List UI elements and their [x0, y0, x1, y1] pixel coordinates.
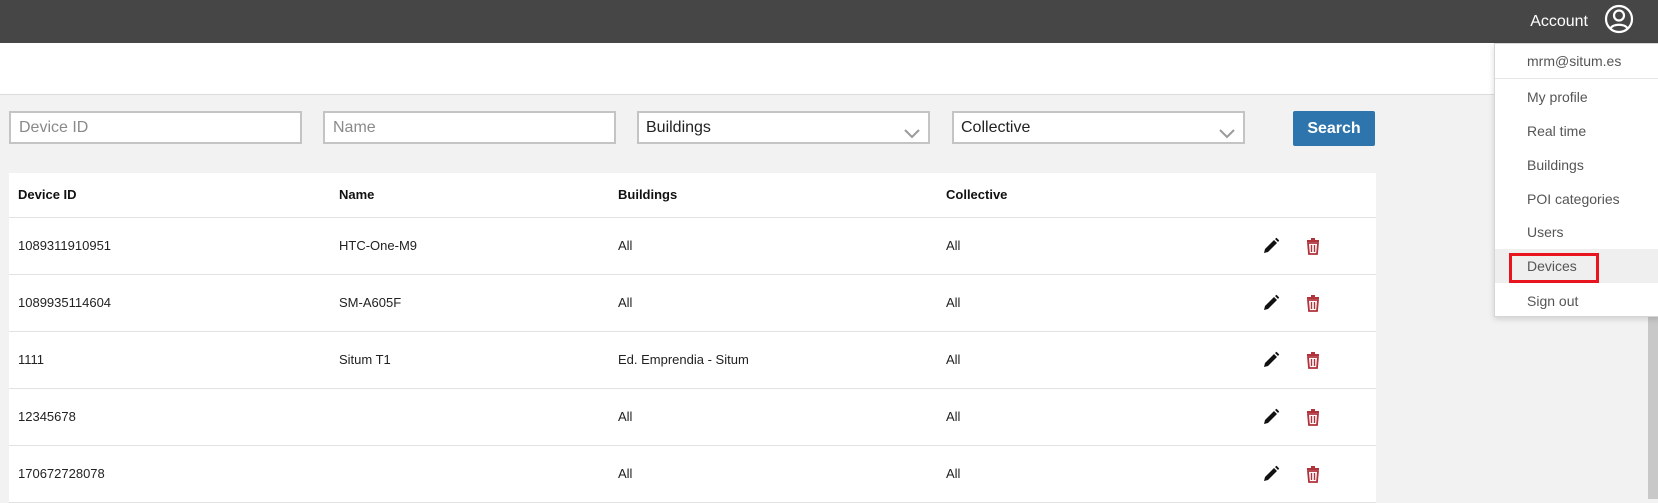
menu-item-sign-out[interactable]: Sign out [1495, 284, 1658, 318]
pencil-icon[interactable] [1262, 351, 1280, 369]
name-cell: HTC-One-M9 [339, 238, 418, 253]
trash-icon[interactable] [1304, 465, 1322, 483]
account-menu: mrm@situm.es My profile Real time Buildi… [1494, 43, 1658, 317]
name-input[interactable] [323, 111, 616, 144]
pencil-icon[interactable] [1262, 408, 1280, 426]
table-row: 1089311910951 HTC-One-M9 All All [9, 218, 1376, 275]
menu-item-devices[interactable]: Devices [1495, 249, 1658, 283]
buildings-cell: All [618, 466, 633, 481]
column-header-buildings: Buildings [618, 187, 678, 202]
pencil-icon[interactable] [1262, 237, 1280, 255]
name-cell: SM-A605F [339, 295, 402, 310]
chevron-down-icon [1219, 121, 1235, 139]
menu-item-real-time[interactable]: Real time [1495, 114, 1658, 148]
top-bar: Account [0, 0, 1658, 43]
trash-icon[interactable] [1304, 294, 1322, 312]
column-header-collective: Collective [946, 187, 1008, 202]
collective-select[interactable]: Collective [952, 111, 1245, 144]
menu-item-buildings[interactable]: Buildings [1495, 148, 1658, 182]
table-row: 1089935114604 SM-A605F All All [9, 275, 1376, 332]
table-row: 12345678 All All [9, 389, 1376, 446]
trash-icon[interactable] [1304, 408, 1322, 426]
device-id-cell: 170672728078 [18, 466, 105, 481]
collective-cell: All [946, 466, 961, 481]
buildings-cell: All [618, 409, 633, 424]
buildings-cell: All [618, 238, 633, 253]
buildings-select-value: Buildings [646, 119, 711, 136]
device-id-cell: 1089311910951 [18, 238, 112, 253]
scrollbar[interactable] [1648, 315, 1658, 499]
collective-cell: All [946, 352, 961, 367]
collective-cell: All [946, 409, 961, 424]
column-header-device-id: Device ID [18, 187, 77, 202]
device-id-cell: 12345678 [18, 409, 76, 424]
collective-cell: All [946, 238, 961, 253]
trash-icon[interactable] [1304, 237, 1322, 255]
menu-item-users[interactable]: Users [1495, 215, 1658, 249]
table-header: Device ID Name Buildings Collective [9, 173, 1376, 218]
device-id-cell: 1111 [18, 352, 45, 367]
menu-item-my-profile[interactable]: My profile [1495, 80, 1658, 114]
table-row: 170672728078 All All [9, 446, 1376, 503]
collective-select-value: Collective [961, 119, 1031, 136]
trash-icon[interactable] [1304, 351, 1322, 369]
buildings-cell: Ed. Emprendia - Situm [618, 352, 749, 367]
user-circle-icon[interactable] [1604, 4, 1634, 34]
device-id-input[interactable] [9, 111, 302, 144]
highlight-box [1509, 253, 1599, 283]
buildings-select[interactable]: Buildings [637, 111, 930, 144]
pencil-icon[interactable] [1262, 465, 1280, 483]
search-button[interactable]: Search [1293, 111, 1375, 146]
menu-item-poi-categories[interactable]: POI categories [1495, 182, 1658, 216]
pencil-icon[interactable] [1262, 294, 1280, 312]
table-row: 1111 Situm T1 Ed. Emprendia - Situm All [9, 332, 1376, 389]
buildings-cell: All [618, 295, 633, 310]
chevron-down-icon [904, 121, 920, 139]
device-id-cell: 1089935114604 [18, 295, 112, 310]
account-label[interactable]: Account [1530, 0, 1588, 43]
collective-cell: All [946, 295, 961, 310]
account-email: mrm@situm.es [1495, 44, 1658, 79]
column-header-name: Name [339, 187, 375, 202]
devices-table: Device ID Name Buildings Collective 1089… [9, 173, 1376, 503]
name-cell: Situm T1 [339, 352, 391, 367]
sub-header [0, 43, 1658, 95]
